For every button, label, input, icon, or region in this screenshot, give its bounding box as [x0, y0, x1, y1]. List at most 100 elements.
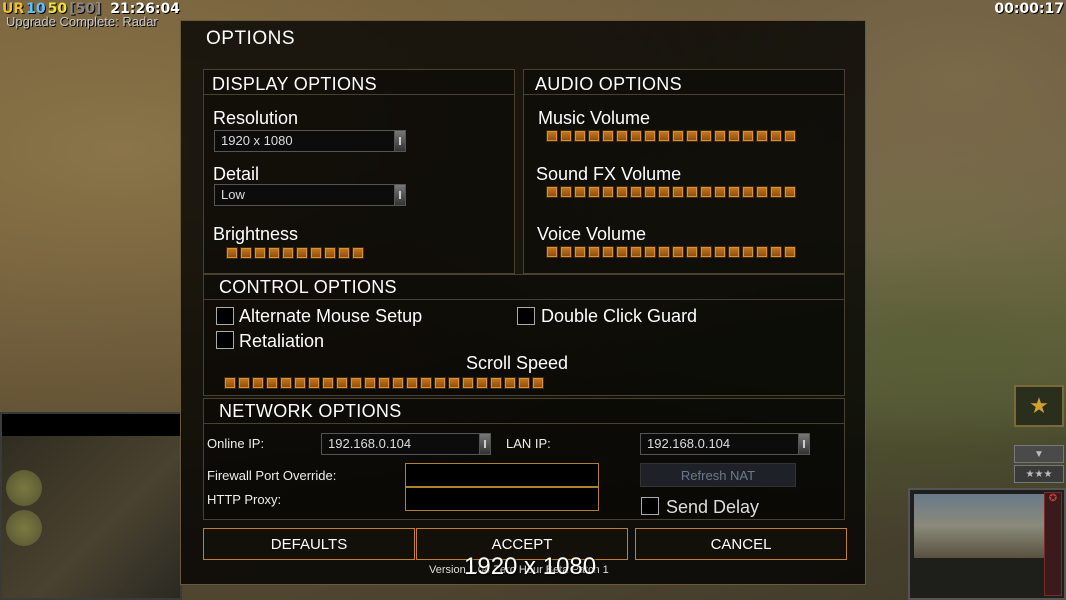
slider-segment[interactable]	[700, 130, 712, 142]
slider-segment[interactable]	[462, 377, 474, 389]
slider-segment[interactable]	[658, 130, 670, 142]
unit-portrait[interactable]	[914, 494, 1044, 558]
slider-segment[interactable]	[728, 130, 740, 142]
slider-segment[interactable]	[518, 377, 530, 389]
slider-segment[interactable]	[588, 130, 600, 142]
slider-segment[interactable]	[728, 246, 740, 258]
retaliation-label[interactable]: Retaliation	[239, 331, 324, 352]
slider-segment[interactable]	[686, 246, 698, 258]
alt-mouse-label[interactable]: Alternate Mouse Setup	[239, 306, 422, 327]
slider-segment[interactable]	[616, 186, 628, 198]
slider-segment[interactable]	[672, 246, 684, 258]
slider-segment[interactable]	[308, 377, 320, 389]
slider-segment[interactable]	[574, 186, 586, 198]
http-proxy-input[interactable]	[405, 487, 599, 511]
slider-segment[interactable]	[588, 246, 600, 258]
slider-segment[interactable]	[714, 246, 726, 258]
slider-segment[interactable]	[310, 247, 322, 259]
slider-segment[interactable]	[560, 130, 572, 142]
double-click-checkbox[interactable]	[517, 307, 535, 325]
slider-segment[interactable]	[672, 130, 684, 142]
slider-segment[interactable]	[560, 246, 572, 258]
slider-segment[interactable]	[686, 186, 698, 198]
slider-segment[interactable]	[224, 377, 236, 389]
music-volume-slider[interactable]	[546, 129, 796, 143]
cancel-button[interactable]: CANCEL	[635, 528, 847, 560]
slider-segment[interactable]	[352, 247, 364, 259]
lan-ip-select[interactable]: 192.168.0.104	[640, 433, 810, 455]
slider-segment[interactable]	[546, 246, 558, 258]
slider-segment[interactable]	[252, 377, 264, 389]
slider-segment[interactable]	[700, 246, 712, 258]
slider-segment[interactable]	[644, 130, 656, 142]
slider-segment[interactable]	[756, 130, 768, 142]
slider-segment[interactable]	[630, 186, 642, 198]
slider-segment[interactable]	[266, 377, 278, 389]
slider-segment[interactable]	[238, 377, 250, 389]
slider-segment[interactable]	[546, 130, 558, 142]
slider-segment[interactable]	[336, 377, 348, 389]
slider-segment[interactable]	[756, 186, 768, 198]
slider-segment[interactable]	[406, 377, 418, 389]
slider-segment[interactable]	[546, 186, 558, 198]
minimap[interactable]	[0, 412, 182, 600]
slider-segment[interactable]	[602, 130, 614, 142]
slider-segment[interactable]	[784, 186, 796, 198]
slider-segment[interactable]	[378, 377, 390, 389]
send-delay-label[interactable]: Send Delay	[666, 497, 759, 518]
slider-segment[interactable]	[602, 246, 614, 258]
slider-segment[interactable]	[784, 130, 796, 142]
slider-segment[interactable]	[282, 247, 294, 259]
slider-segment[interactable]	[644, 186, 656, 198]
slider-segment[interactable]	[616, 246, 628, 258]
slider-segment[interactable]	[476, 377, 488, 389]
slider-segment[interactable]	[226, 247, 238, 259]
slider-segment[interactable]	[350, 377, 362, 389]
slider-segment[interactable]	[714, 186, 726, 198]
slider-segment[interactable]	[770, 186, 782, 198]
slider-segment[interactable]	[714, 130, 726, 142]
scroll-speed-slider[interactable]	[224, 376, 544, 390]
slider-segment[interactable]	[574, 130, 586, 142]
resolution-select[interactable]: 1920 x 1080	[214, 130, 406, 152]
slider-segment[interactable]	[280, 377, 292, 389]
brightness-slider[interactable]	[226, 246, 364, 260]
slider-segment[interactable]	[728, 186, 740, 198]
slider-segment[interactable]	[770, 246, 782, 258]
send-delay-checkbox[interactable]	[641, 497, 659, 515]
slider-segment[interactable]	[770, 130, 782, 142]
slider-segment[interactable]	[532, 377, 544, 389]
chevron-down-icon[interactable]	[394, 185, 405, 205]
chevron-down-icon[interactable]	[394, 131, 405, 151]
slider-segment[interactable]	[322, 377, 334, 389]
slider-segment[interactable]	[630, 130, 642, 142]
arrow-down-icon[interactable]: ▼	[1014, 445, 1064, 463]
alt-mouse-checkbox[interactable]	[216, 307, 234, 325]
slider-segment[interactable]	[338, 247, 350, 259]
firewall-port-input[interactable]	[405, 463, 599, 487]
slider-segment[interactable]	[324, 247, 336, 259]
slider-segment[interactable]	[672, 186, 684, 198]
slider-segment[interactable]	[658, 186, 670, 198]
slider-segment[interactable]	[630, 246, 642, 258]
slider-segment[interactable]	[686, 130, 698, 142]
slider-segment[interactable]	[504, 377, 516, 389]
three-stars-icon[interactable]: ★★★	[1014, 465, 1064, 483]
slider-segment[interactable]	[644, 246, 656, 258]
slider-segment[interactable]	[420, 377, 432, 389]
chevron-down-icon[interactable]	[479, 434, 490, 454]
star-emblem-icon[interactable]: ★	[1014, 385, 1064, 427]
slider-segment[interactable]	[448, 377, 460, 389]
double-click-label[interactable]: Double Click Guard	[541, 306, 697, 327]
slider-segment[interactable]	[602, 186, 614, 198]
slider-segment[interactable]	[756, 246, 768, 258]
voice-volume-slider[interactable]	[546, 245, 796, 259]
slider-segment[interactable]	[364, 377, 376, 389]
slider-segment[interactable]	[254, 247, 266, 259]
slider-segment[interactable]	[296, 247, 308, 259]
detail-select[interactable]: Low	[214, 184, 406, 206]
slider-segment[interactable]	[268, 247, 280, 259]
slider-segment[interactable]	[616, 130, 628, 142]
slider-segment[interactable]	[434, 377, 446, 389]
slider-segment[interactable]	[588, 186, 600, 198]
